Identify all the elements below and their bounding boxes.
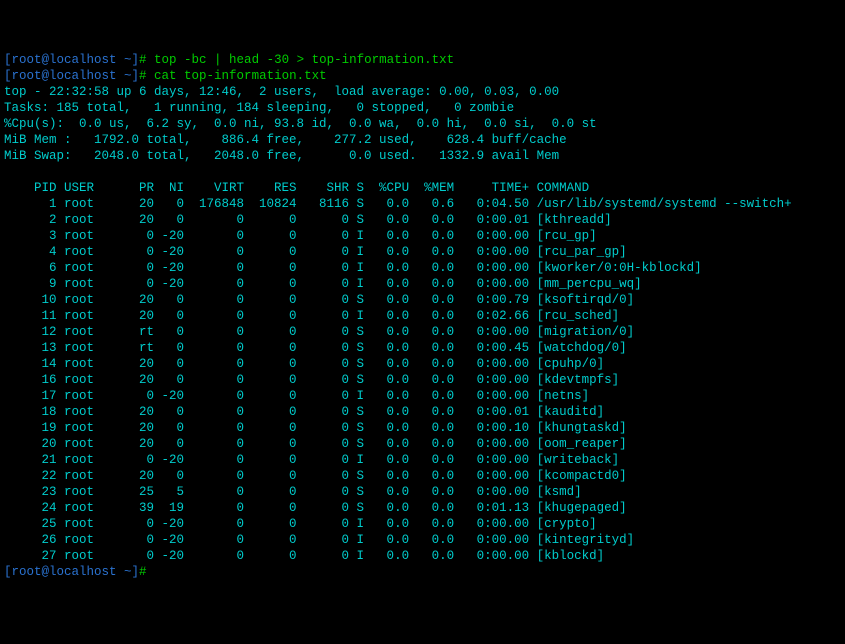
shell-prompt-line-1: [root@localhost ~]# top -bc | head -30 >…: [4, 52, 841, 68]
terminal-output[interactable]: [root@localhost ~]# top -bc | head -30 >…: [4, 52, 841, 580]
prompt-delim: #: [139, 53, 154, 67]
process-row: 3 root 0 -20 0 0 0 I 0.0 0.0 0:00.00 [rc…: [4, 228, 841, 244]
process-row: 26 root 0 -20 0 0 0 I 0.0 0.0 0:00.00 [k…: [4, 532, 841, 548]
process-row: 23 root 25 5 0 0 0 S 0.0 0.0 0:00.00 [ks…: [4, 484, 841, 500]
prompt-delim: #: [139, 565, 154, 579]
process-row: 18 root 20 0 0 0 0 S 0.0 0.0 0:00.01 [ka…: [4, 404, 841, 420]
process-row: 6 root 0 -20 0 0 0 I 0.0 0.0 0:00.00 [kw…: [4, 260, 841, 276]
command-text: top -bc | head -30 > top-information.txt: [154, 53, 454, 67]
top-summary-line-1: top - 22:32:58 up 6 days, 12:46, 2 users…: [4, 84, 841, 100]
process-row: 1 root 20 0 176848 10824 8116 S 0.0 0.6 …: [4, 196, 841, 212]
process-row: 10 root 20 0 0 0 0 S 0.0 0.0 0:00.79 [ks…: [4, 292, 841, 308]
command-text: cat top-information.txt: [154, 69, 327, 83]
blank-line: [4, 164, 841, 180]
process-row: 13 root rt 0 0 0 0 S 0.0 0.0 0:00.45 [wa…: [4, 340, 841, 356]
process-row: 22 root 20 0 0 0 0 S 0.0 0.0 0:00.00 [kc…: [4, 468, 841, 484]
process-row: 11 root 20 0 0 0 0 I 0.0 0.0 0:02.66 [rc…: [4, 308, 841, 324]
top-summary-line-5: MiB Swap: 2048.0 total, 2048.0 free, 0.0…: [4, 148, 841, 164]
process-row: 24 root 39 19 0 0 0 S 0.0 0.0 0:01.13 [k…: [4, 500, 841, 516]
top-summary-line-4: MiB Mem : 1792.0 total, 886.4 free, 277.…: [4, 132, 841, 148]
shell-prompt-line-3[interactable]: [root@localhost ~]#: [4, 564, 841, 580]
process-row: 9 root 0 -20 0 0 0 I 0.0 0.0 0:00.00 [mm…: [4, 276, 841, 292]
process-row: 14 root 20 0 0 0 0 S 0.0 0.0 0:00.00 [cp…: [4, 356, 841, 372]
process-row: 20 root 20 0 0 0 0 S 0.0 0.0 0:00.00 [oo…: [4, 436, 841, 452]
shell-prompt-line-2: [root@localhost ~]# cat top-information.…: [4, 68, 841, 84]
prompt-user-host: [root@localhost ~]: [4, 53, 139, 67]
process-row: 25 root 0 -20 0 0 0 I 0.0 0.0 0:00.00 [c…: [4, 516, 841, 532]
process-row: 2 root 20 0 0 0 0 S 0.0 0.0 0:00.01 [kth…: [4, 212, 841, 228]
process-row: 27 root 0 -20 0 0 0 I 0.0 0.0 0:00.00 [k…: [4, 548, 841, 564]
process-row: 16 root 20 0 0 0 0 S 0.0 0.0 0:00.00 [kd…: [4, 372, 841, 388]
top-summary-line-3: %Cpu(s): 0.0 us, 6.2 sy, 0.0 ni, 93.8 id…: [4, 116, 841, 132]
process-row: 21 root 0 -20 0 0 0 I 0.0 0.0 0:00.00 [w…: [4, 452, 841, 468]
prompt-user-host: [root@localhost ~]: [4, 69, 139, 83]
top-summary-line-2: Tasks: 185 total, 1 running, 184 sleepin…: [4, 100, 841, 116]
top-columns-header: PID USER PR NI VIRT RES SHR S %CPU %MEM …: [4, 180, 841, 196]
process-row: 4 root 0 -20 0 0 0 I 0.0 0.0 0:00.00 [rc…: [4, 244, 841, 260]
process-row: 19 root 20 0 0 0 0 S 0.0 0.0 0:00.10 [kh…: [4, 420, 841, 436]
prompt-delim: #: [139, 69, 154, 83]
process-row: 17 root 0 -20 0 0 0 I 0.0 0.0 0:00.00 [n…: [4, 388, 841, 404]
process-row: 12 root rt 0 0 0 0 S 0.0 0.0 0:00.00 [mi…: [4, 324, 841, 340]
prompt-user-host: [root@localhost ~]: [4, 565, 139, 579]
